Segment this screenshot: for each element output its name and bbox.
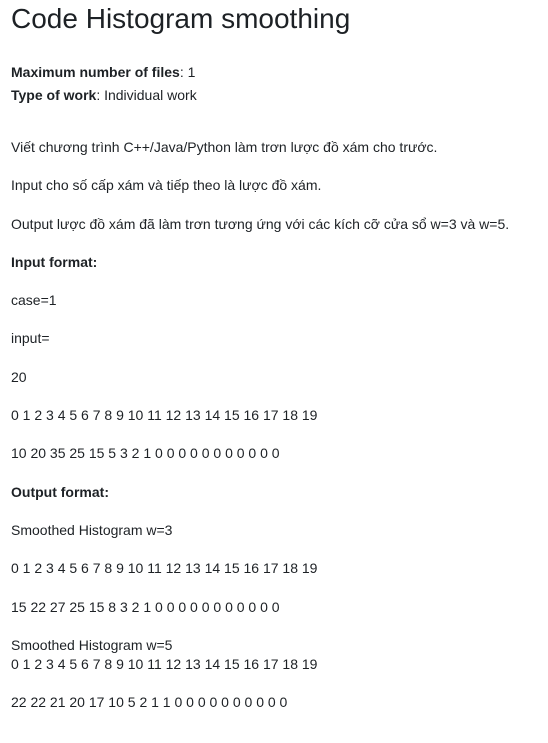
assignment-meta: Maximum number of files: 1 Type of work:… [11, 61, 197, 107]
description-line-2: Input cho số cấp xám và tiếp theo là lượ… [11, 177, 322, 194]
assignment-description: Viết chương trình C++/Java/Python làm tr… [11, 137, 547, 730]
input-levels-line: 20 [11, 368, 27, 385]
w5-indices-line: 0 1 2 3 4 5 6 7 8 9 10 11 12 13 14 15 16… [11, 655, 318, 672]
w5-values-line: 22 22 21 20 17 10 5 2 1 1 0 0 0 0 0 0 0 … [11, 694, 288, 711]
input-indices-line: 0 1 2 3 4 5 6 7 8 9 10 11 12 13 14 15 16… [11, 407, 318, 424]
page-title: Code Histogram smoothing [11, 3, 351, 34]
max-files-value: : 1 [179, 64, 196, 80]
work-type-value: : Individual work [96, 87, 197, 103]
input-format-heading: Input format: [11, 252, 547, 290]
output-format-heading: Output format: [11, 482, 547, 520]
description-line-3: Output lược đồ xám đã làm trơn tương ứng… [11, 215, 510, 232]
w3-indices-line: 0 1 2 3 4 5 6 7 8 9 10 11 12 13 14 15 16… [11, 560, 318, 577]
input-format-heading-text: Input format: [11, 253, 98, 270]
max-files-label: Maximum number of files [11, 64, 180, 80]
work-type-label: Type of work [11, 87, 97, 103]
work-type-row: Type of work: Individual work [11, 84, 197, 107]
w3-label-line: Smoothed Histogram w=3 [11, 521, 173, 538]
input-label-line: input= [11, 330, 50, 347]
w3-values-line: 15 22 27 25 15 8 3 2 1 0 0 0 0 0 0 0 0 0… [11, 598, 280, 615]
description-line-1: Viết chương trình C++/Java/Python làm tr… [11, 139, 438, 155]
max-files-row: Maximum number of files: 1 [11, 61, 197, 84]
input-histogram-line: 10 20 35 25 15 5 3 2 1 0 0 0 0 0 0 0 0 0… [11, 445, 280, 462]
w5-label-line: Smoothed Histogram w=5 [11, 636, 173, 653]
input-case-line: case=1 [11, 292, 57, 309]
output-format-heading-text: Output format: [11, 483, 109, 500]
